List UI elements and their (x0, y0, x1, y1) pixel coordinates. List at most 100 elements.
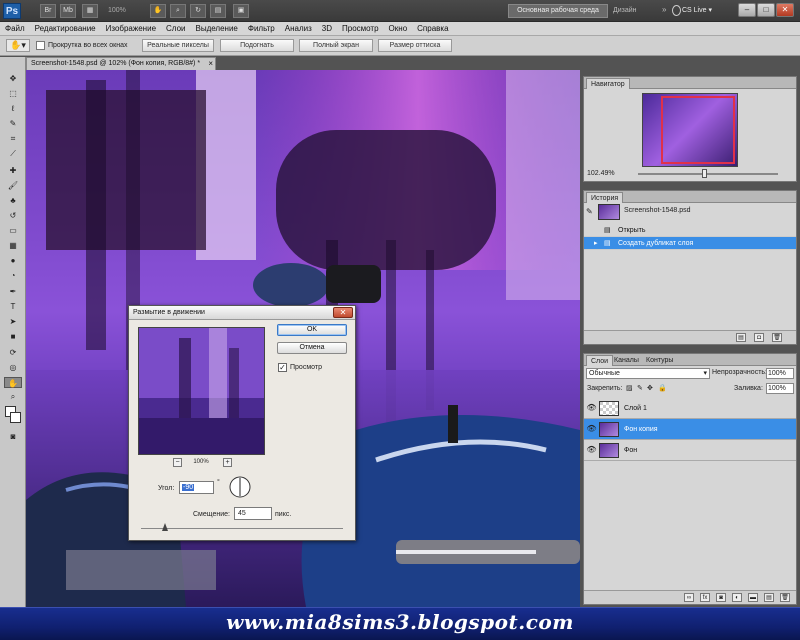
history-brush-tool-icon[interactable]: ↺ (4, 210, 22, 221)
cs-live-button[interactable]: CS Live ▾ (682, 5, 734, 17)
quick-selection-tool-icon[interactable]: ✎ (4, 118, 22, 129)
angle-dial[interactable] (229, 476, 251, 498)
ok-button[interactable]: OK (277, 324, 347, 336)
layer-row-layer1[interactable]: 👁 Слой 1 (584, 398, 796, 419)
lock-position-icon[interactable]: ✥ (647, 384, 653, 392)
3d-rotate-tool-icon[interactable]: ⟳ (4, 347, 22, 358)
print-size-button[interactable]: Размер оттиска (378, 39, 452, 52)
workspace-design-button[interactable]: Дизайн (613, 5, 647, 17)
brush-tool-icon[interactable]: 🖌 (4, 180, 22, 191)
layers-tab[interactable]: Слои (586, 355, 614, 366)
clone-stamp-tool-icon[interactable]: ♣ (4, 195, 22, 206)
workspace-essentials-button[interactable]: Основная рабочая среда (508, 4, 608, 18)
create-snapshot-icon[interactable]: ◘ (754, 333, 764, 342)
filter-preview[interactable] (138, 327, 265, 455)
fill-input[interactable]: 100% (766, 383, 794, 394)
healing-brush-tool-icon[interactable]: ✚ (4, 165, 22, 176)
navigator-thumbnail[interactable] (642, 93, 738, 167)
fill-screen-button[interactable]: Полный экран (299, 39, 373, 52)
preview-zoom-out-button[interactable]: − (173, 458, 182, 467)
menu-view[interactable]: Просмотр (337, 22, 384, 36)
menu-3d[interactable]: 3D (317, 22, 337, 36)
document-tab[interactable]: Screenshot-1548.psd @ 102% (Фон копия, R… (26, 57, 216, 70)
marquee-tool-icon[interactable]: ⬚ (4, 88, 22, 99)
adjustment-layer-icon[interactable]: ◐ (732, 593, 742, 602)
layer-style-icon[interactable]: fx (700, 593, 710, 602)
history-step-open[interactable]: ▤ Открыть (584, 224, 796, 237)
cancel-button[interactable]: Отмена (277, 342, 347, 354)
link-layers-icon[interactable]: ∞ (684, 593, 694, 602)
navigator-zoom-slider[interactable] (638, 173, 778, 175)
offset-slider-thumb[interactable] (162, 523, 168, 531)
tool-preset-hand-icon[interactable]: ✋▾ (6, 39, 30, 52)
menu-analysis[interactable]: Анализ (280, 22, 317, 36)
layer-visibility-eye-icon[interactable]: 👁 (586, 423, 597, 435)
background-color-swatch[interactable] (10, 412, 21, 423)
menu-layer[interactable]: Слои (161, 22, 190, 36)
path-selection-tool-icon[interactable]: ➤ (4, 316, 22, 327)
hand-tool-icon[interactable]: ✋ (150, 4, 166, 18)
eraser-tool-icon[interactable]: ▭ (4, 225, 22, 236)
menu-help[interactable]: Справка (412, 22, 453, 36)
rotate-view-icon[interactable]: ↻ (190, 4, 206, 18)
lasso-tool-icon[interactable]: ℓ (4, 103, 22, 114)
menu-select[interactable]: Выделение (190, 22, 242, 36)
menu-filter[interactable]: Фильтр (243, 22, 280, 36)
workspace-more-icon[interactable]: » (662, 5, 670, 17)
3d-orbit-tool-icon[interactable]: ◎ (4, 362, 22, 373)
navigator-view-box[interactable] (661, 96, 735, 164)
history-snapshot-label[interactable]: Screenshot-1548.psd (624, 207, 691, 214)
quick-mask-icon[interactable]: ◙ (4, 431, 22, 442)
eyedropper-tool-icon[interactable]: ⟋ (4, 148, 22, 159)
menu-image[interactable]: Изображение (101, 22, 161, 36)
lock-all-icon[interactable]: 🔒 (658, 384, 667, 392)
minimize-button[interactable]: – (738, 3, 756, 17)
menu-window[interactable]: Окно (384, 22, 413, 36)
lock-transparency-icon[interactable]: ▨ (626, 384, 633, 392)
preview-checkbox[interactable]: ✓ (278, 363, 287, 372)
new-layer-icon[interactable]: ▤ (764, 593, 774, 602)
shape-tool-icon[interactable]: ■ (4, 331, 22, 342)
zoom-tool-icon[interactable]: ⌕ (170, 4, 186, 18)
navigator-tab[interactable]: Навигатор (586, 78, 630, 89)
history-tab[interactable]: История (586, 192, 624, 203)
new-group-icon[interactable]: ▬ (748, 593, 758, 602)
maximize-button[interactable]: □ (757, 3, 775, 17)
screen-mode-icon[interactable]: ▣ (233, 4, 249, 18)
arrange-documents-icon[interactable]: ▤ (210, 4, 226, 18)
dodge-tool-icon[interactable]: ◔ (4, 270, 22, 281)
menu-edit[interactable]: Редактирование (30, 22, 101, 36)
layer-row-background-copy[interactable]: 👁 Фон копия (584, 419, 796, 440)
layer-row-background[interactable]: 👁 Фон (584, 440, 796, 461)
view-extras-icon[interactable]: ▦ (82, 4, 98, 18)
channels-tab[interactable]: Каналы (610, 355, 643, 366)
scroll-all-windows-checkbox[interactable] (36, 41, 45, 50)
actual-pixels-button[interactable]: Реальные пикселы (142, 39, 214, 52)
offset-input[interactable]: 45 (234, 507, 272, 520)
blur-tool-icon[interactable]: ● (4, 255, 22, 266)
history-brush-source-icon[interactable]: ✎ (586, 207, 595, 217)
angle-input[interactable]: -90 (179, 481, 214, 494)
layer-name[interactable]: Фон копия (624, 419, 658, 440)
zoom-level[interactable]: 100% (108, 5, 142, 17)
close-window-button[interactable]: ✕ (776, 3, 794, 17)
layer-name[interactable]: Фон (624, 440, 637, 461)
zoom-tool-icon[interactable]: ⌕ (4, 391, 22, 402)
layer-name[interactable]: Слой 1 (624, 398, 647, 419)
type-tool-icon[interactable]: T (4, 301, 22, 312)
gradient-tool-icon[interactable]: ▦ (4, 240, 22, 251)
add-mask-icon[interactable]: ◙ (716, 593, 726, 602)
lock-pixels-icon[interactable]: ✎ (637, 384, 643, 392)
layer-visibility-eye-icon[interactable]: 👁 (586, 402, 597, 414)
blend-mode-select[interactable]: Обычные ▾ (586, 368, 710, 379)
dialog-close-button[interactable]: ✕ (333, 307, 353, 318)
mini-bridge-icon[interactable]: Mb (60, 4, 76, 18)
navigator-zoom-thumb[interactable] (702, 169, 707, 178)
dialog-title-bar[interactable]: Размытие в движении ✕ (129, 306, 355, 320)
fit-screen-button[interactable]: Подогнать (220, 39, 294, 52)
paths-tab[interactable]: Контуры (642, 355, 677, 366)
delete-layer-icon[interactable]: 🗑 (780, 593, 790, 602)
layer-visibility-eye-icon[interactable]: 👁 (586, 444, 597, 456)
navigator-zoom-value[interactable]: 102.49% (587, 170, 615, 177)
new-document-from-state-icon[interactable]: ▤ (736, 333, 746, 342)
